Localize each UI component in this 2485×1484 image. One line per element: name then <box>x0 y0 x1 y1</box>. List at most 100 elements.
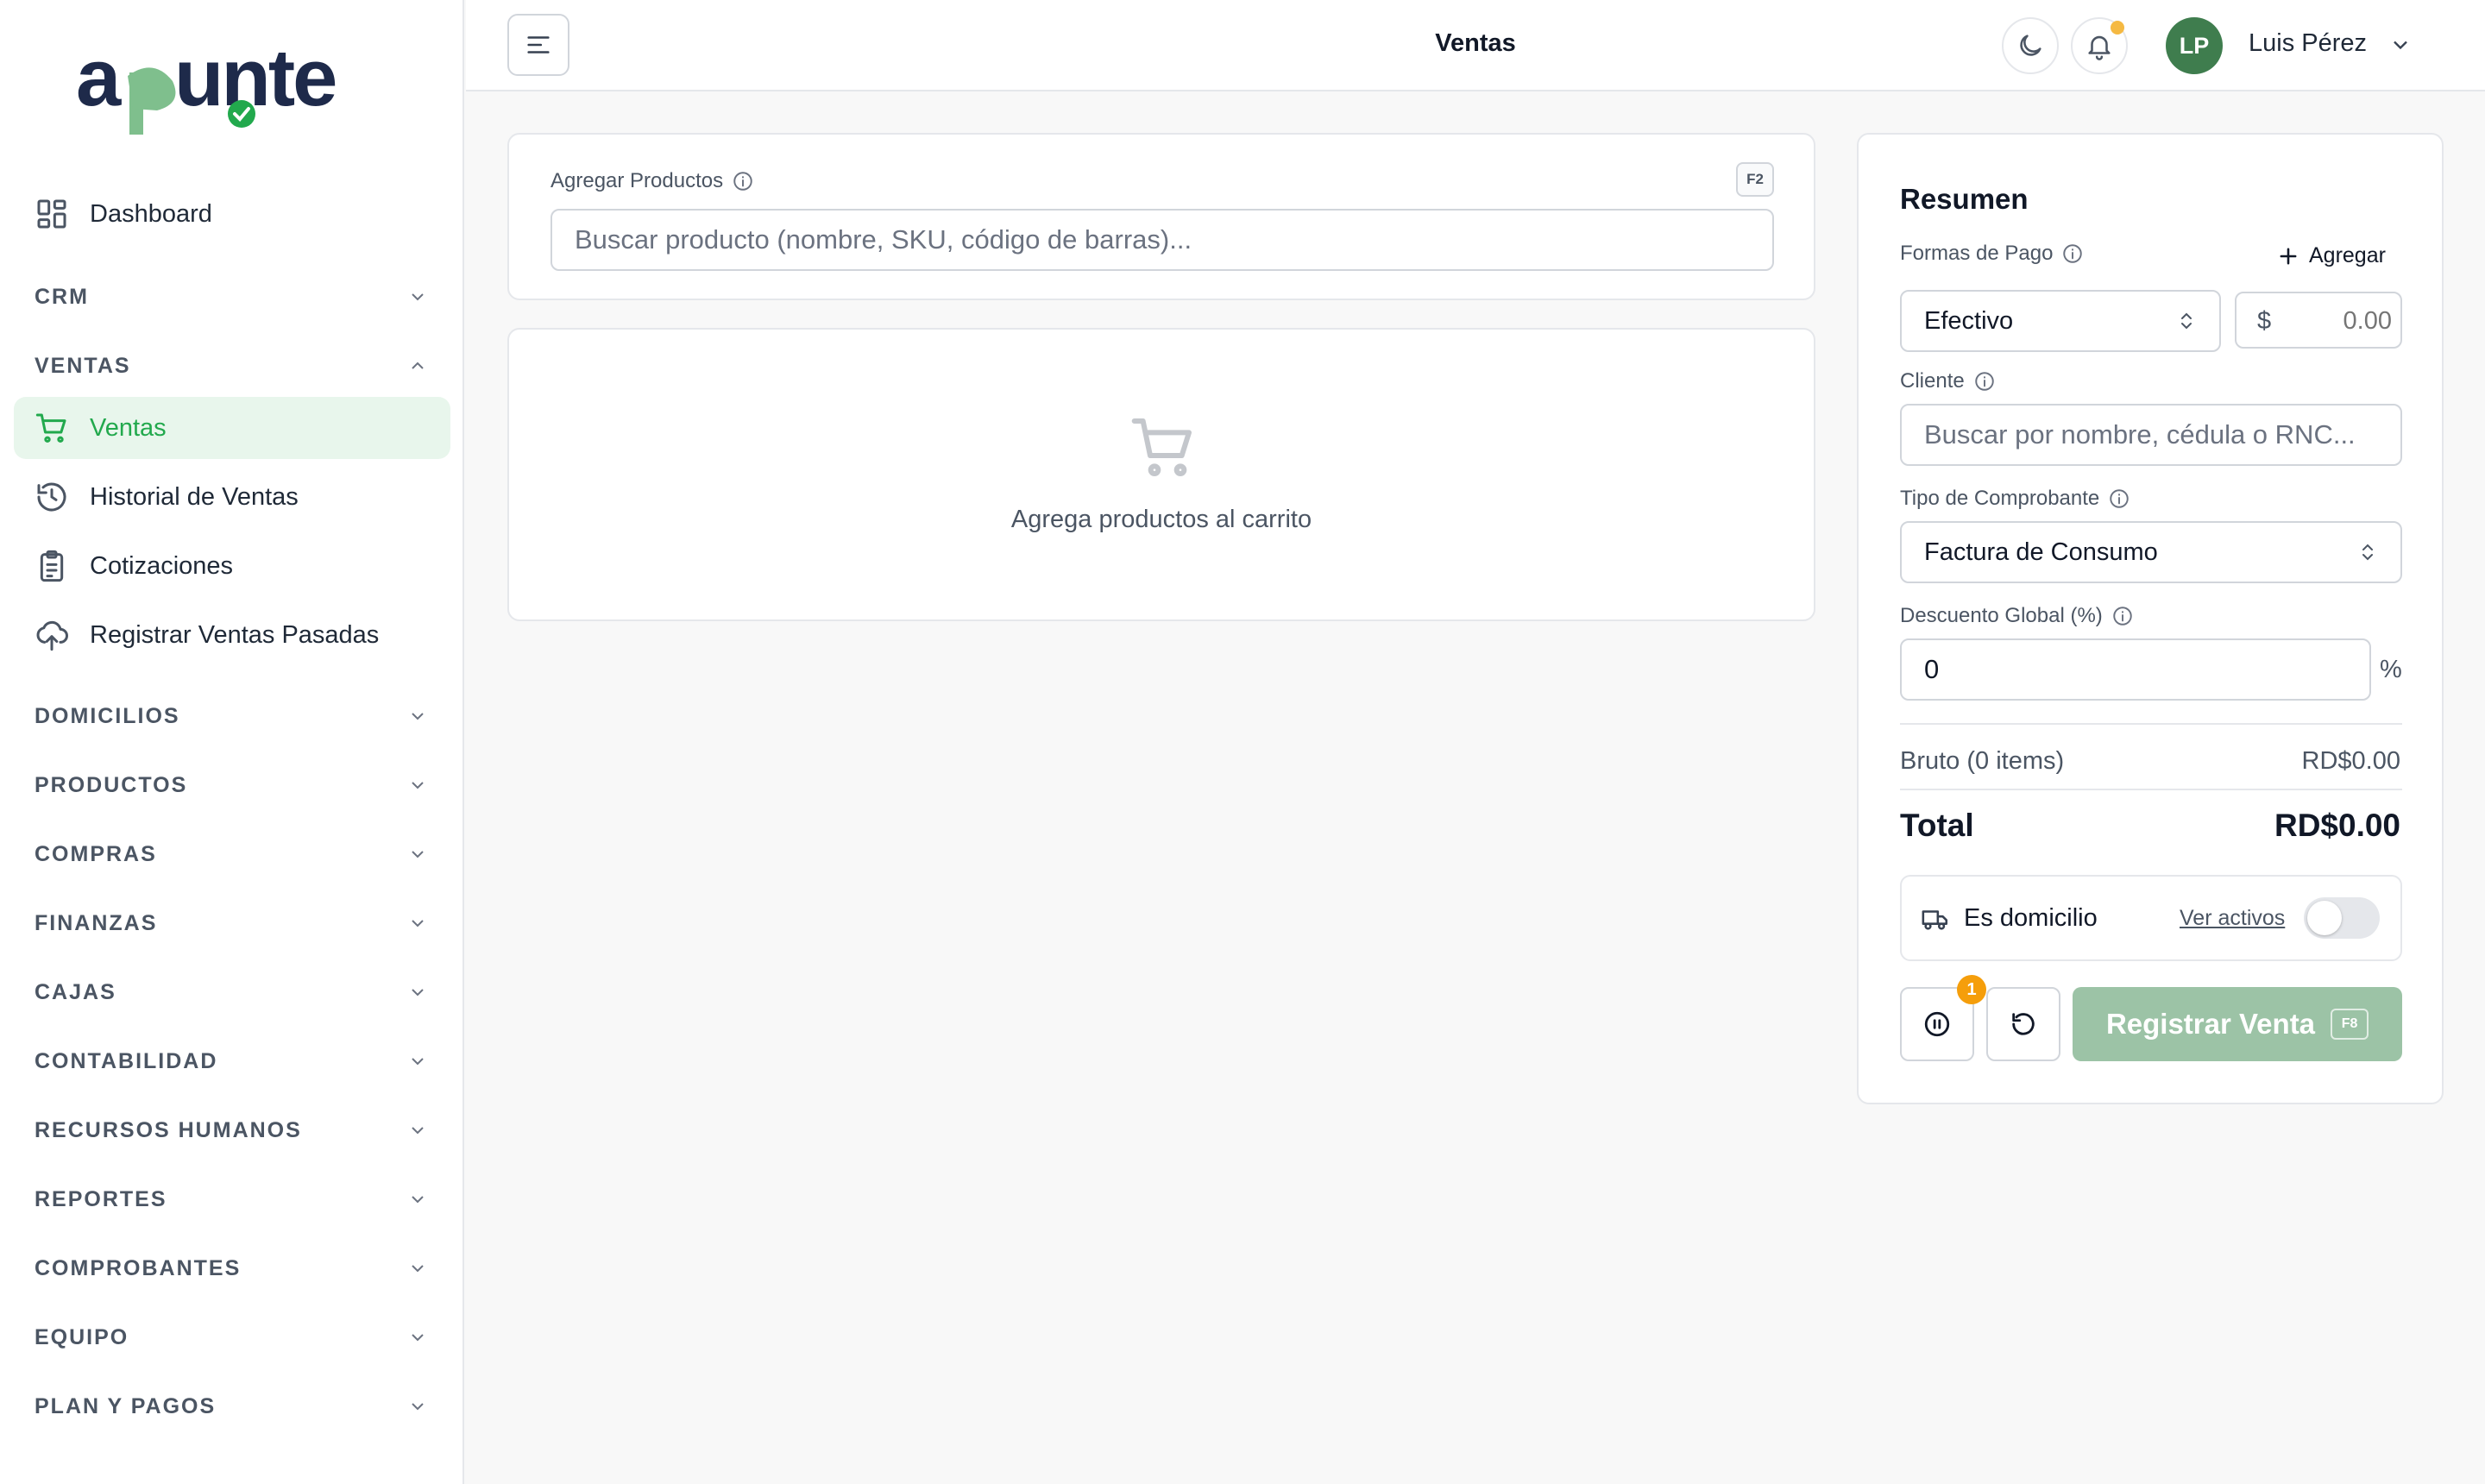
notification-dot <box>2111 21 2124 35</box>
chevron-down-icon <box>412 782 424 789</box>
client-label: Cliente <box>1900 369 1996 393</box>
theme-toggle-button[interactable] <box>2002 17 2059 74</box>
add-products-card: Agregar Productos F2 <box>507 133 1815 300</box>
chevron-down-icon <box>412 1403 424 1411</box>
sidebar-section-contabilidad[interactable]: CONTABILIDAD <box>14 1035 450 1087</box>
sidebar-section-cajas[interactable]: CAJAS <box>14 966 450 1018</box>
pause-circle-icon <box>1924 1011 1950 1037</box>
toggle-knob <box>2307 901 2342 935</box>
empty-cart-text: Agrega productos al carrito <box>1010 506 1312 533</box>
add-payment-button[interactable]: Agregar <box>2276 243 2386 268</box>
chevron-updown-icon <box>2362 544 2373 561</box>
chevron-down-icon <box>412 1058 424 1066</box>
sidebar-item-cotizaciones[interactable]: Cotizaciones <box>14 535 450 597</box>
view-active-link[interactable]: Ver activos <box>2180 906 2285 931</box>
empty-cart-icon <box>1131 418 1192 477</box>
info-icon[interactable] <box>2061 242 2084 265</box>
label-text: Agregar Productos <box>550 169 724 192</box>
top-bar: Ventas LP Luis Pérez <box>466 0 2485 91</box>
svg-text:unte: unte <box>174 38 336 123</box>
delivery-toggle[interactable] <box>2304 897 2380 939</box>
sidebar-section-domicilios[interactable]: DOMICILIOS <box>14 690 450 742</box>
section-label: REPORTES <box>35 1186 167 1211</box>
info-icon[interactable] <box>732 170 754 192</box>
add-payment-label: Agregar <box>2309 243 2386 267</box>
payment-methods-label: Formas de Pago <box>1900 242 2084 266</box>
apunte-logo[interactable]: a unte <box>76 38 395 141</box>
user-name[interactable]: Luis Pérez <box>2249 29 2367 58</box>
payment-amount-input[interactable] <box>2288 297 2392 345</box>
section-label: VENTAS <box>35 353 131 378</box>
client-search-input[interactable] <box>1900 404 2402 466</box>
info-icon[interactable] <box>1973 370 1996 393</box>
label-text: Formas de Pago <box>1900 242 2054 265</box>
register-sale-button[interactable]: Registrar Venta F8 <box>2073 987 2402 1061</box>
sidebar-item-dashboard[interactable]: Dashboard <box>14 183 450 245</box>
sidebar-section-comprobantes[interactable]: COMPROBANTES <box>14 1242 450 1294</box>
history-icon <box>37 482 66 512</box>
summary-title: Resumen <box>1900 183 2029 215</box>
clipboard-list-icon <box>40 550 64 582</box>
voucher-type-select[interactable]: Factura de Consumo <box>1900 521 2402 583</box>
delivery-label: Es domicilio <box>1964 904 2098 932</box>
reset-sale-button[interactable] <box>1986 987 2060 1061</box>
voucher-type-label: Tipo de Comprobante <box>1900 487 2130 511</box>
section-label: COMPROBANTES <box>35 1255 242 1280</box>
section-label: CONTABILIDAD <box>35 1048 218 1073</box>
rotate-ccw-icon <box>2012 1013 2035 1035</box>
sidebar-item-label: Historial de Ventas <box>90 482 299 511</box>
chevron-down-icon <box>412 1265 424 1273</box>
summary-card: Resumen Formas de Pago Agregar Efectivo … <box>1857 133 2444 1104</box>
sidebar-section-finanzas[interactable]: FINANZAS <box>14 897 450 949</box>
chevron-down-icon <box>412 1196 424 1204</box>
sidebar-item-ventas[interactable]: Ventas <box>14 397 450 459</box>
section-label: EQUIPO <box>35 1324 129 1349</box>
chevron-updown-icon <box>2181 312 2192 330</box>
chevron-down-icon <box>412 1127 424 1135</box>
section-label: CAJAS <box>35 979 116 1004</box>
chevron-down-icon <box>412 851 424 858</box>
bell-icon <box>2088 35 2111 60</box>
global-discount-input[interactable] <box>1900 638 2371 701</box>
register-sale-label: Registrar Venta <box>2105 1008 2316 1040</box>
avatar[interactable]: LP <box>2166 17 2223 74</box>
voucher-type-value: Factura de Consumo <box>1924 538 2158 566</box>
section-label: CRM <box>35 284 89 309</box>
payment-method-select[interactable]: Efectivo <box>1900 290 2221 352</box>
sidebar-item-registrar-pasadas[interactable]: Registrar Ventas Pasadas <box>14 604 450 666</box>
sidebar-item-label: Ventas <box>90 413 167 442</box>
payment-amount-field[interactable]: $ <box>2235 292 2402 349</box>
sidebar-section-crm[interactable]: CRM <box>14 271 450 323</box>
sidebar-section-equipo[interactable]: EQUIPO <box>14 1311 450 1363</box>
total-label: Total <box>1900 808 1974 843</box>
info-icon[interactable] <box>2111 605 2134 627</box>
sidebar-item-historial[interactable]: Historial de Ventas <box>14 466 450 528</box>
label-text: Tipo de Comprobante <box>1900 487 2100 510</box>
label-text: Descuento Global (%) <box>1900 604 2103 627</box>
section-label: PRODUCTOS <box>35 772 188 797</box>
total-value: RD$0.00 <box>2274 808 2400 843</box>
sidebar-section-reportes[interactable]: REPORTES <box>14 1173 450 1225</box>
chevron-down-icon <box>412 989 424 997</box>
product-search-input[interactable] <box>550 209 1774 271</box>
sidebar-section-ventas[interactable]: VENTAS <box>14 340 450 392</box>
sidebar-item-label: Cotizaciones <box>90 551 234 580</box>
truck-icon <box>1922 910 1948 930</box>
info-icon[interactable] <box>2108 487 2130 510</box>
cart-card: Agrega productos al carrito <box>507 328 1815 621</box>
sidebar-section-recursos-humanos[interactable]: RECURSOS HUMANOS <box>14 1104 450 1156</box>
percent-symbol: % <box>2380 656 2402 683</box>
menu-toggle-button[interactable] <box>507 14 569 76</box>
sidebar-section-productos[interactable]: PRODUCTOS <box>14 759 450 811</box>
sidebar-section-compras[interactable]: COMPRAS <box>14 828 450 880</box>
divider <box>1900 789 2402 790</box>
currency-symbol: $ <box>2257 307 2272 335</box>
sidebar: a unte Dashboard CRM VENTAS Ventas Histo… <box>0 0 464 1484</box>
section-label: FINANZAS <box>35 910 158 935</box>
dashboard-grid-icon <box>37 199 66 229</box>
gross-label: Bruto (0 items) <box>1900 747 2065 775</box>
shortcut-badge: F2 <box>1736 162 1774 197</box>
chevron-down-icon <box>412 920 424 928</box>
chevron-down-icon[interactable] <box>2388 33 2413 57</box>
sidebar-section-plan-pagos[interactable]: PLAN Y PAGOS <box>14 1380 450 1432</box>
